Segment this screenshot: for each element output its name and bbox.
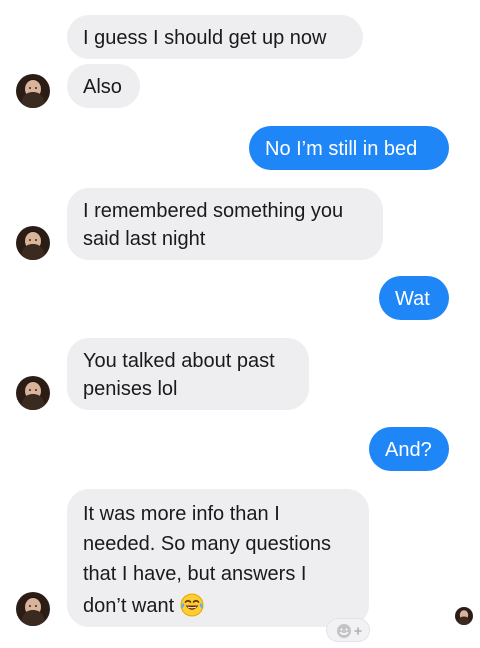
message-text-line: You talked about past (83, 350, 275, 372)
contact-avatar-icon (16, 592, 50, 626)
contact-avatar[interactable] (16, 226, 50, 260)
message-text: Also (83, 76, 122, 98)
message-text: No I’m still in bed (265, 138, 418, 160)
outgoing-message-bubble[interactable]: Wat (379, 276, 449, 320)
contact-avatar[interactable] (16, 592, 50, 626)
contact-avatar-icon (16, 376, 50, 410)
message-text-line: don’t want (83, 595, 175, 617)
incoming-message-bubble[interactable]: Also (67, 64, 140, 108)
message-last-line: don’t want (83, 589, 353, 623)
message-text-line: penises lol (83, 378, 178, 400)
message-text: I guess I should get up now (83, 27, 327, 49)
add-reaction-button[interactable] (326, 618, 370, 642)
face-with-tears-of-joy-icon (180, 593, 204, 617)
incoming-message-bubble[interactable]: I remembered something you said last nig… (67, 188, 383, 260)
contact-avatar[interactable] (16, 376, 50, 410)
contact-avatar-icon (16, 74, 50, 108)
message-text-line: It was more info than I (83, 503, 280, 525)
message-text-line: I remembered something you (83, 200, 344, 222)
message-text-line: said last night (83, 228, 206, 250)
read-receipt-avatar (455, 607, 473, 625)
outgoing-message-bubble[interactable]: And? (369, 427, 449, 471)
add-reaction-icon (337, 624, 362, 638)
incoming-message-bubble[interactable]: I guess I should get up now (67, 15, 363, 59)
read-receipt-avatar-icon (455, 607, 473, 625)
message-text-line: needed. So many questions (83, 533, 331, 555)
outgoing-message-bubble[interactable]: No I’m still in bed (249, 126, 449, 170)
contact-avatar-icon (16, 226, 50, 260)
incoming-message-bubble[interactable]: You talked about past penises lol (67, 338, 309, 410)
message-text: And? (385, 439, 432, 461)
contact-avatar[interactable] (16, 74, 50, 108)
message-text-line: that I have, but answers I (83, 563, 307, 585)
incoming-message-bubble[interactable]: It was more info than I needed. So many … (67, 489, 369, 627)
message-text: Wat (395, 288, 430, 310)
